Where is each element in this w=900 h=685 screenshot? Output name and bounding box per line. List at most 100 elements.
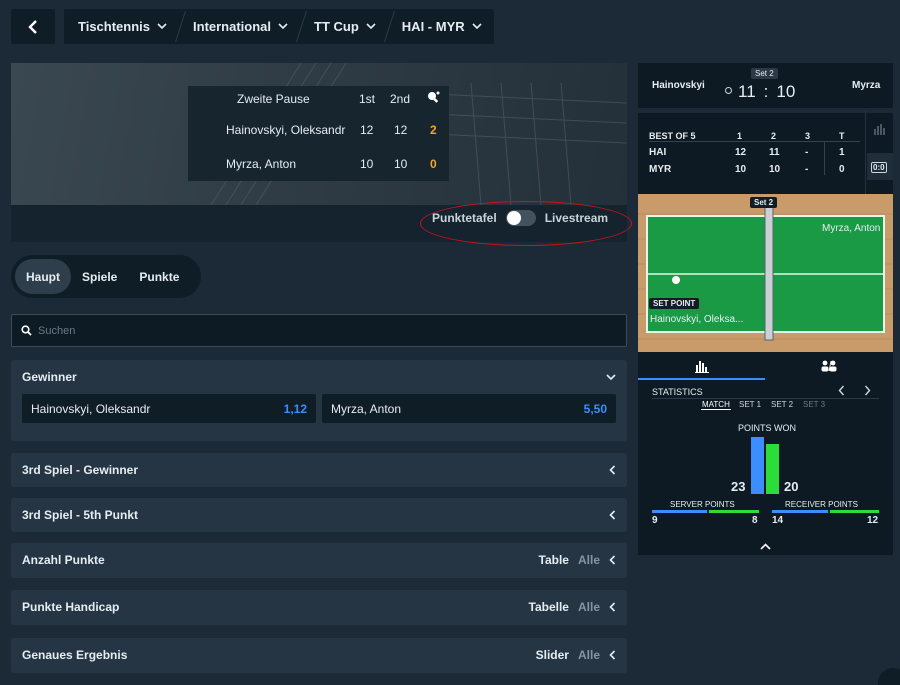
tab-statistics[interactable]	[638, 352, 766, 380]
row-away-set3: -	[805, 164, 809, 175]
market-all-label[interactable]: Alle	[578, 553, 600, 567]
stats-bar-icon[interactable]	[874, 124, 885, 135]
court-visualisation: Set 2 Myrza, Anton SET POINT Hainovskyi,…	[638, 194, 893, 352]
bar-chart-icon	[694, 361, 709, 373]
search-placeholder: Suchen	[38, 324, 76, 337]
serve-indicator-icon	[725, 87, 732, 94]
player-away-set2: 10	[394, 157, 408, 171]
chevron-down-icon	[157, 23, 167, 30]
set-header-2: 2	[771, 131, 777, 141]
market-title: 3rd Spiel - 5th Punkt	[22, 508, 139, 522]
match-status: Zweite Pause	[237, 92, 310, 106]
points-won-label: POINTS WON	[738, 423, 796, 433]
market-game-5th-point[interactable]: 3rd Spiel - 5th Punkt	[11, 498, 627, 532]
court-graphic	[638, 205, 893, 341]
market-title: Genaues Ergebnis	[22, 648, 128, 662]
chevron-down-icon	[472, 23, 482, 30]
market-view-label[interactable]: Tabelle	[529, 600, 569, 614]
market-view-label[interactable]: Table	[539, 553, 569, 567]
odds-button-home[interactable]: Hainovskyi, Oleksandr 1,12	[22, 394, 316, 423]
chevron-left-icon	[609, 465, 616, 475]
active-tab-indicator	[638, 378, 765, 380]
chevron-left-icon[interactable]	[838, 385, 845, 396]
market-title: 3rd Spiel - Gewinner	[22, 463, 139, 477]
statistics-panel: STATISTICS MATCH SET 1 SET 2 SET 3 POINT…	[638, 352, 893, 555]
market-exact-result[interactable]: Genaues Ergebnis Slider Alle	[11, 638, 627, 673]
stats-tabs	[638, 352, 893, 380]
receiver-points-label: RECEIVER POINTS	[785, 500, 858, 509]
filter-set-3[interactable]: SET 3	[803, 400, 825, 409]
breadcrumb-region[interactable]: International	[179, 9, 300, 44]
filter-set-1[interactable]: SET 1	[739, 400, 761, 409]
market-game-winner[interactable]: 3rd Spiel - Gewinner	[11, 453, 627, 487]
collapse-widget-button[interactable]	[638, 540, 893, 555]
score-separator: :	[763, 82, 769, 101]
set-score-table: BEST OF 5 1 2 3 T HAI 12 11 - 1 MYR 10 1…	[638, 110, 893, 194]
row-home-set2: 11	[769, 147, 780, 158]
market-total-points[interactable]: Anzahl Punkte Table Alle	[11, 543, 627, 578]
breadcrumb-label: International	[193, 19, 272, 34]
odds-name: Hainovskyi, Oleksandr	[31, 401, 151, 416]
odds-button-away[interactable]: Myrza, Anton 5,50	[322, 394, 616, 423]
market-winner: Gewinner Hainovskyi, Oleksandr 1,12 Myrz…	[11, 360, 627, 441]
market-tabs: Haupt Spiele Punkte	[11, 255, 201, 298]
row-away-abbr: MYR	[649, 164, 672, 175]
server-away-value: 8	[752, 515, 758, 526]
score-home: 11	[738, 82, 756, 101]
home-player: Hainovskyi	[652, 80, 705, 91]
points-bar-away	[766, 444, 779, 494]
row-home-set3: -	[805, 147, 809, 158]
breadcrumb-league[interactable]: TT Cup	[300, 9, 388, 44]
set-point-badge: SET POINT	[649, 298, 700, 309]
annotation-ellipse	[420, 201, 632, 246]
row-away-set2: 10	[769, 164, 781, 175]
chevron-left-icon	[609, 510, 616, 520]
side-panel	[865, 110, 893, 194]
receiver-home-value: 14	[772, 515, 784, 526]
filter-set-2[interactable]: SET 2	[771, 400, 793, 409]
set-header-total: T	[839, 131, 845, 141]
best-of-label: BEST OF 5	[649, 131, 696, 141]
market-point-handicap[interactable]: Punkte Handicap Tabelle Alle	[11, 590, 627, 625]
search-icon	[21, 325, 32, 336]
market-view-label[interactable]: Slider	[536, 648, 569, 662]
player-name-away: Myrza, Anton	[226, 157, 297, 171]
points-home-value: 23	[731, 479, 746, 494]
filter-match[interactable]: MATCH	[701, 400, 731, 410]
breadcrumb-label: HAI - MYR	[401, 19, 465, 34]
points-bar-home	[751, 436, 764, 494]
server-home-value: 9	[652, 515, 658, 526]
player-home-total: 2	[430, 123, 437, 137]
server-bar-away	[709, 510, 759, 513]
odds-price: 5,50	[583, 401, 607, 416]
market-title: Gewinner	[22, 370, 77, 384]
row-away-set1: 10	[735, 164, 747, 175]
breadcrumb-sport[interactable]: Tischtennis	[64, 9, 179, 44]
market-header[interactable]: Gewinner	[11, 360, 627, 394]
court-set-label: Set 2	[750, 197, 778, 208]
tab-haupt[interactable]: Haupt	[15, 259, 71, 294]
floating-help-button[interactable]	[878, 668, 900, 685]
back-button[interactable]	[11, 9, 55, 44]
breadcrumb-event[interactable]: HAI - MYR	[388, 9, 494, 44]
scoreboard-table: Zweite Pause 1st 2nd Hainovskyi, Oleksan…	[188, 86, 449, 181]
live-score: 11 : 10	[738, 82, 795, 102]
odds-price: 1,12	[283, 401, 307, 416]
server-points-label: SERVER POINTS	[670, 500, 735, 509]
tab-punkte[interactable]: Punkte	[128, 259, 190, 294]
search-input[interactable]: Suchen	[11, 314, 627, 347]
users-icon	[821, 360, 837, 372]
tab-head-to-head[interactable]	[766, 352, 894, 380]
chevron-right-icon[interactable]	[864, 385, 871, 396]
tab-spiele[interactable]: Spiele	[71, 259, 128, 294]
market-title: Punkte Handicap	[22, 600, 120, 614]
divider	[638, 110, 893, 113]
chevron-left-icon	[609, 650, 616, 660]
market-all-label[interactable]: Alle	[578, 600, 600, 614]
market-all-label[interactable]: Alle	[578, 648, 600, 662]
score-away: 10	[776, 82, 796, 101]
court-away-player: Myrza, Anton	[822, 223, 881, 234]
row-away-total: 0	[839, 164, 845, 175]
set-header-3: 3	[805, 131, 811, 141]
breadcrumb: Tischtennis International TT Cup HAI - M…	[64, 9, 494, 44]
